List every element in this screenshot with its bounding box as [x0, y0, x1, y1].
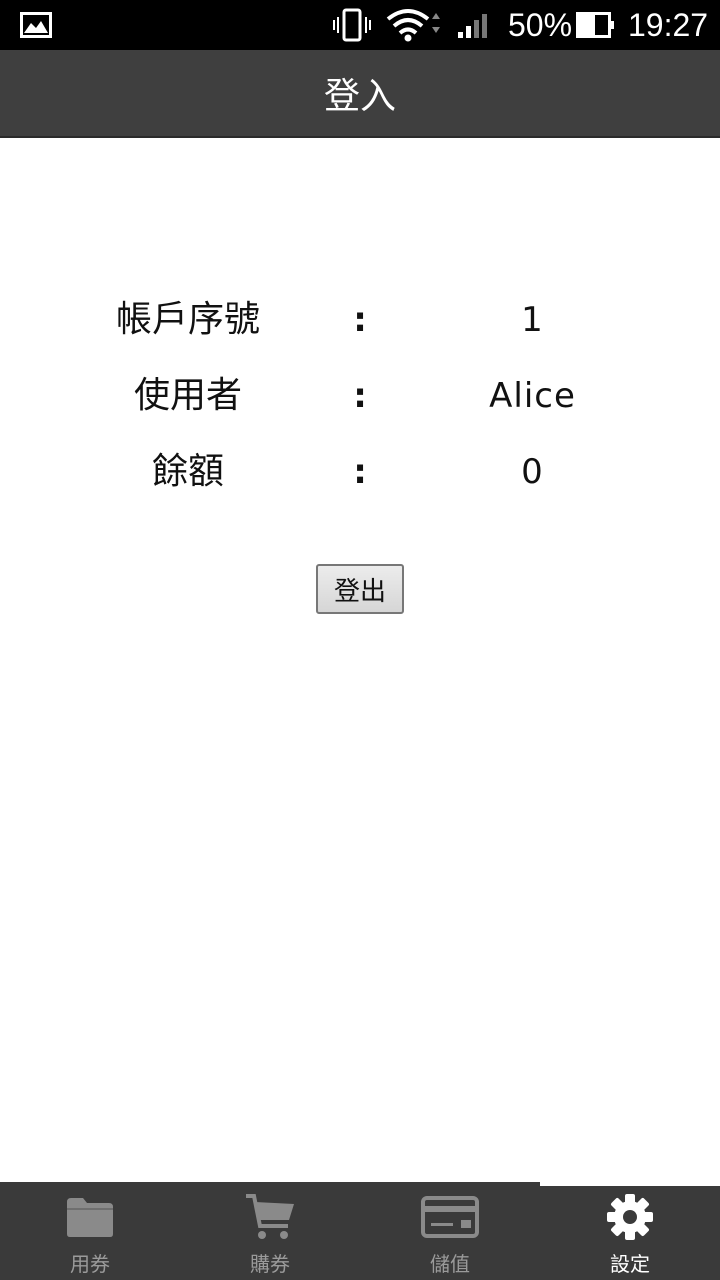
status-bar: 50% 19:27	[0, 0, 720, 50]
tab-label: 儲值	[430, 1252, 470, 1276]
account-id-row: 帳戶序號 : 1	[0, 290, 720, 350]
user-label: 使用者	[133, 375, 242, 416]
tab-label: 購券	[250, 1252, 290, 1276]
gallery-icon	[20, 0, 52, 50]
separator: :	[353, 376, 367, 416]
battery-icon	[576, 0, 616, 50]
tab-label: 用券	[70, 1252, 110, 1276]
folder-icon	[0, 1192, 180, 1242]
account-id-label: 帳戶序號	[115, 299, 260, 340]
tab-label: 設定	[610, 1252, 650, 1276]
user-value: Alice	[489, 376, 576, 416]
gear-icon	[540, 1192, 720, 1242]
page-title: 登入	[323, 76, 396, 117]
account-id-value: 1	[521, 300, 544, 340]
cart-icon	[180, 1192, 360, 1242]
vibrate-icon	[332, 0, 372, 50]
separator: :	[353, 452, 367, 492]
balance-row: 餘額 : 0	[0, 442, 720, 502]
tab-use-ticket[interactable]: 用券	[0, 1182, 180, 1280]
signal-icon	[456, 0, 494, 50]
tab-buy-ticket[interactable]: 購券	[180, 1182, 360, 1280]
clock: 19:27	[628, 6, 709, 43]
separator: :	[353, 300, 367, 340]
tab-top-up[interactable]: 儲值	[360, 1182, 540, 1280]
balance-label: 餘額	[151, 451, 224, 492]
app-bar: 登入	[0, 50, 720, 138]
tab-settings[interactable]: 設定	[540, 1182, 720, 1280]
balance-value: 0	[521, 452, 544, 492]
card-icon	[360, 1192, 540, 1242]
user-row: 使用者 : Alice	[0, 366, 720, 426]
battery-percent: 50%	[508, 6, 573, 43]
logout-button[interactable]: 登出	[316, 564, 404, 614]
wifi-icon	[386, 0, 444, 50]
